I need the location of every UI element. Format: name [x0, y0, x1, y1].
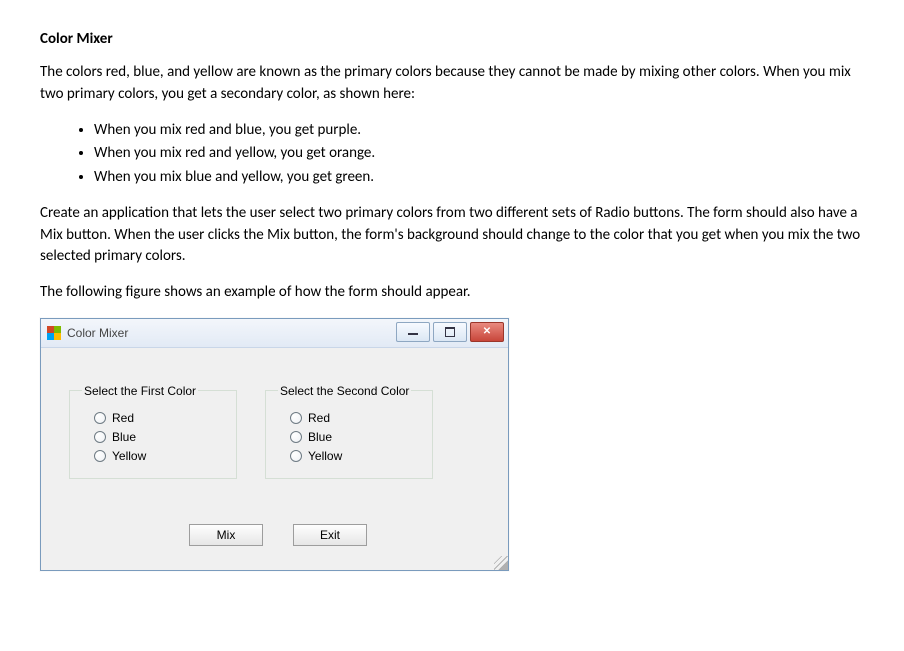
- app-icon: [47, 326, 61, 340]
- app-window: Color Mixer ✕ Select the First Color Red…: [40, 318, 509, 571]
- maximize-icon: [445, 327, 455, 337]
- radio-label: Yellow: [308, 449, 342, 463]
- mix-button[interactable]: Mix: [189, 524, 263, 546]
- radio-label: Blue: [112, 430, 136, 444]
- minimize-button[interactable]: [396, 322, 430, 342]
- radio-first-red[interactable]: Red: [94, 411, 224, 425]
- doc-title: Color Mixer: [40, 30, 864, 48]
- radio-label: Yellow: [112, 449, 146, 463]
- list-item: When you mix red and blue, you get purpl…: [94, 120, 864, 142]
- group-second-color: Select the Second Color Red Blue Yellow: [265, 384, 433, 479]
- radio-icon: [94, 412, 106, 424]
- radio-label: Red: [112, 411, 134, 425]
- window-titlebar[interactable]: Color Mixer ✕: [41, 319, 508, 348]
- radio-icon: [290, 431, 302, 443]
- doc-bullet-list: When you mix red and blue, you get purpl…: [40, 120, 864, 189]
- maximize-button[interactable]: [433, 322, 467, 342]
- form-body: Select the First Color Red Blue Yellow S…: [41, 348, 508, 570]
- exit-button[interactable]: Exit: [293, 524, 367, 546]
- group-second-color-legend: Select the Second Color: [278, 384, 411, 398]
- close-button[interactable]: ✕: [470, 322, 504, 342]
- radio-icon: [290, 450, 302, 462]
- button-row: Mix Exit: [41, 524, 508, 546]
- radio-icon: [94, 431, 106, 443]
- minimize-icon: [408, 333, 418, 335]
- list-item: When you mix blue and yellow, you get gr…: [94, 167, 864, 189]
- doc-paragraph-3: The following figure shows an example of…: [40, 282, 864, 304]
- radio-icon: [290, 412, 302, 424]
- doc-paragraph-1: The colors red, blue, and yellow are kno…: [40, 62, 864, 106]
- resize-grip-icon[interactable]: [494, 556, 508, 570]
- radio-second-blue[interactable]: Blue: [290, 430, 420, 444]
- radio-second-yellow[interactable]: Yellow: [290, 449, 420, 463]
- window-controls: ✕: [396, 322, 504, 342]
- radio-first-yellow[interactable]: Yellow: [94, 449, 224, 463]
- close-icon: ✕: [483, 327, 491, 337]
- radio-label: Red: [308, 411, 330, 425]
- radio-first-blue[interactable]: Blue: [94, 430, 224, 444]
- list-item: When you mix red and yellow, you get ora…: [94, 143, 864, 165]
- doc-paragraph-2: Create an application that lets the user…: [40, 203, 864, 268]
- group-first-color: Select the First Color Red Blue Yellow: [69, 384, 237, 479]
- window-title: Color Mixer: [67, 326, 128, 340]
- radio-icon: [94, 450, 106, 462]
- radio-label: Blue: [308, 430, 332, 444]
- group-first-color-legend: Select the First Color: [82, 384, 198, 398]
- radio-second-red[interactable]: Red: [290, 411, 420, 425]
